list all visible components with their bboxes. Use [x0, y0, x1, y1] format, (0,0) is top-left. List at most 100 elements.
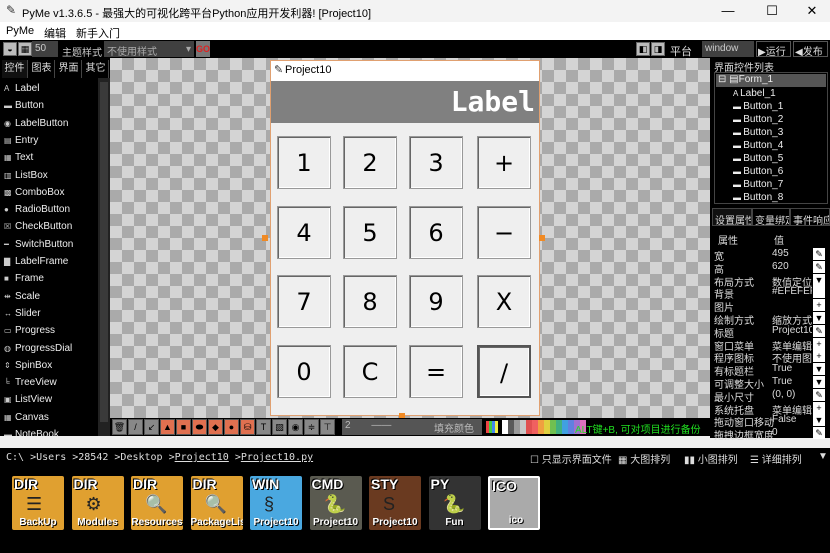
calc-button-3[interactable]: +	[477, 136, 531, 189]
widget-item-labelbutton[interactable]: ◉ LabelButton	[4, 115, 68, 132]
file-item[interactable]: STY S Project10	[369, 476, 421, 530]
display-label[interactable]: Label	[271, 81, 539, 123]
tree-root[interactable]: ⊟ ▤Form_1	[716, 74, 826, 87]
button-shape-icon[interactable]: ◉	[288, 419, 303, 435]
tab-other[interactable]: 其它	[83, 60, 109, 78]
tree-item[interactable]: ▬ Button_8	[733, 192, 783, 205]
grid-icon[interactable]: ▦	[18, 42, 32, 56]
go-button[interactable]: GO	[196, 41, 210, 57]
widget-item-scale[interactable]: ⇹ Scale	[4, 288, 40, 305]
property-value[interactable]: (0, 0)	[772, 389, 812, 400]
align-center-icon[interactable]: ≑	[304, 419, 319, 435]
layout-alt-icon[interactable]: ◨	[651, 42, 665, 56]
widget-item-slider[interactable]: ↔ Slider	[4, 305, 41, 322]
tree-item[interactable]: ▬ Button_4	[733, 140, 783, 153]
widget-item-switchbutton[interactable]: ━ SwitchButton	[4, 236, 73, 253]
file-item[interactable]: ICO ico	[488, 476, 540, 530]
widget-item-radiobutton[interactable]: ● RadioButton	[4, 201, 70, 218]
rectangle-icon[interactable]: ■	[176, 419, 191, 435]
widget-item-listview[interactable]: ▣ ListView	[4, 391, 52, 408]
only-ui-checkbox[interactable]: ☐ 只显示界面文件	[530, 451, 612, 466]
property-edit-button[interactable]: ✎	[813, 324, 825, 337]
publish-button[interactable]: ◀发布	[793, 41, 828, 58]
resize-handle-right[interactable]	[539, 235, 545, 241]
property-value[interactable]: 620	[772, 261, 812, 272]
property-value[interactable]: #EFEFEF	[772, 286, 812, 297]
crumb-user[interactable]: >28542	[72, 452, 114, 463]
property-value[interactable]: True	[772, 363, 812, 374]
tree-item[interactable]: ▬ Button_6	[733, 166, 783, 179]
tab-controls[interactable]: 控件	[2, 60, 28, 78]
widget-item-canvas[interactable]: ▦ Canvas	[4, 409, 49, 426]
tree-item[interactable]: ▬ Button_1	[733, 101, 783, 114]
widget-item-treeview[interactable]: ╘ TreeView	[4, 374, 57, 391]
detail-view-button[interactable]: ☰ 详细排列	[750, 451, 802, 466]
widget-item-button[interactable]: ▬ Button	[4, 97, 44, 114]
property-edit-button[interactable]: +	[813, 337, 825, 350]
file-item[interactable]: DIR ⚙ Modules	[71, 476, 124, 530]
file-item[interactable]: PY 🐍 Fun	[428, 476, 481, 530]
menu-tutorial[interactable]: 新手入门	[76, 25, 120, 41]
calc-button-2[interactable]: 3	[409, 136, 463, 189]
property-edit-button[interactable]: ▼	[813, 312, 825, 324]
tab-ui[interactable]: 界面	[56, 60, 82, 78]
property-value[interactable]: True	[772, 376, 812, 387]
property-edit-button[interactable]: +	[813, 350, 825, 363]
arrow-icon[interactable]: ↙	[144, 419, 159, 435]
scrollbar[interactable]	[98, 78, 110, 438]
tree-item[interactable]: A Label_1	[733, 88, 776, 101]
widget-item-text[interactable]: ▦ Text	[4, 149, 33, 166]
scrollbar-thumb[interactable]	[100, 82, 108, 422]
crumb-c[interactable]: C:\	[6, 452, 30, 463]
widget-item-label[interactable]: A Label	[4, 80, 39, 97]
align-top-icon[interactable]: ⊤	[320, 419, 335, 435]
property-value[interactable]: False	[772, 414, 812, 425]
tree-item[interactable]: ▬ Button_3	[733, 127, 783, 140]
maximize-button[interactable]: ☐	[752, 2, 792, 20]
tab-properties[interactable]: 设置属性	[712, 208, 752, 226]
property-edit-button[interactable]: +	[813, 299, 825, 312]
property-edit-button[interactable]: ✎	[813, 427, 825, 440]
file-item[interactable]: DIR 🔍 PackageList	[190, 476, 243, 530]
diamond-icon[interactable]: ◆	[208, 419, 223, 435]
calc-button-11[interactable]: X	[477, 275, 531, 328]
calc-button-1[interactable]: 2	[343, 136, 397, 189]
calc-button-12[interactable]: 0	[277, 345, 331, 398]
text-icon[interactable]: T	[256, 419, 271, 435]
property-edit-button[interactable]	[813, 286, 825, 299]
zoom-input[interactable]: 50	[32, 41, 58, 57]
small-icons-button[interactable]: ▮▮ 小图排列	[684, 451, 738, 466]
property-value[interactable]: Project10	[772, 325, 812, 336]
tab-events[interactable]: 事件响应	[790, 208, 830, 226]
menu-edit[interactable]: 编辑	[44, 25, 66, 41]
widget-item-frame[interactable]: ■ Frame	[4, 270, 44, 287]
tab-charts[interactable]: 图表	[29, 60, 55, 78]
property-edit-button[interactable]: ✎	[813, 260, 825, 273]
calc-button-4[interactable]: 4	[277, 206, 331, 259]
fill-select[interactable]: 填充颜色	[434, 420, 474, 435]
large-icons-button[interactable]: ▦ 大图排列	[618, 451, 670, 466]
close-button[interactable]: ✕	[792, 2, 830, 20]
property-edit-button[interactable]: ▼	[813, 376, 825, 388]
trash-icon[interactable]: 🗑	[112, 419, 127, 435]
property-edit-button[interactable]: +	[813, 401, 825, 414]
palette-icon[interactable]	[486, 421, 498, 433]
widget-item-checkbutton[interactable]: ☒ CheckButton	[4, 218, 72, 235]
file-item[interactable]: WIN § Project10	[250, 476, 302, 530]
crumb-project[interactable]: Project10	[175, 452, 229, 463]
crumb-users[interactable]: >Users	[30, 452, 72, 463]
eraser-icon[interactable]: ◒	[3, 42, 17, 56]
image-icon[interactable]: ▨	[272, 419, 287, 435]
calc-button-13[interactable]: C	[343, 345, 397, 398]
run-button[interactable]: ▶运行	[756, 41, 791, 58]
menu-pyme[interactable]: PyMe	[6, 25, 34, 37]
calc-button-0[interactable]: 1	[277, 136, 331, 189]
calc-button-5[interactable]: 5	[343, 206, 397, 259]
widget-item-progress[interactable]: ▭ Progress	[4, 322, 55, 339]
tree-item[interactable]: ▬ Button_2	[733, 114, 783, 127]
minimize-button[interactable]: —	[708, 2, 748, 20]
calc-button-7[interactable]: −	[477, 206, 531, 259]
calc-button-15[interactable]: /	[477, 345, 531, 398]
theme-select[interactable]: 不使用样式 ▾	[104, 41, 194, 58]
widget-item-listbox[interactable]: ▥ ListBox	[4, 167, 48, 184]
